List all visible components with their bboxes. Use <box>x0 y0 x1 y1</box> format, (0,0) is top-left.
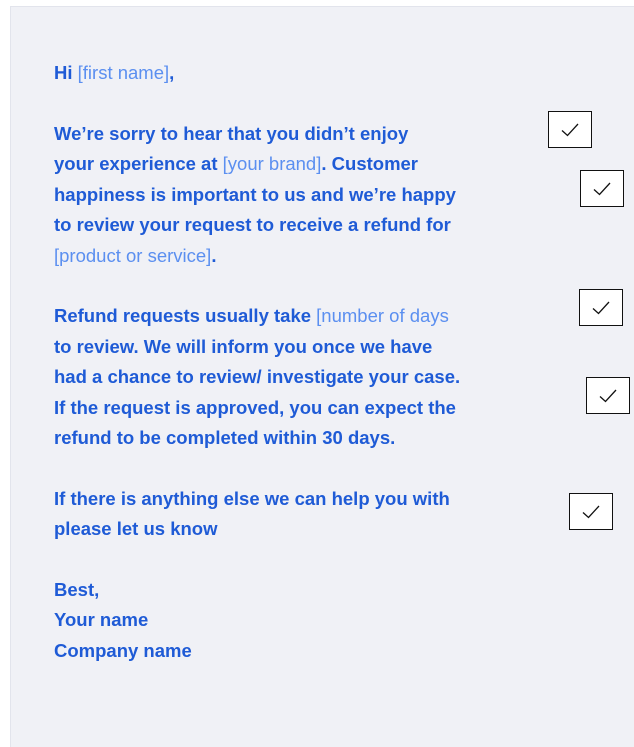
help-paragraph: If there is anything else we can help yo… <box>54 484 594 545</box>
apology-line-4: to review your request to receive a refu… <box>54 214 451 235</box>
apology-line-2-text: your experience at <box>54 153 223 174</box>
timeline-line-1-text: Refund requests usually take <box>54 305 317 326</box>
signature-company: Company name <box>54 639 192 661</box>
timeline-line-1: Refund requests usually take [number of … <box>54 301 594 332</box>
apology-line-3: happiness is important to us and we’re h… <box>54 183 456 205</box>
checkmark-icon <box>561 123 579 136</box>
product-placeholder: [product or service] <box>54 244 212 266</box>
signature-closing: Best, <box>54 578 100 600</box>
timeline-paragraph: Refund requests usually take [number of … <box>54 301 594 454</box>
checkmark-icon <box>592 301 610 314</box>
greeting-hi: Hi <box>54 62 73 83</box>
apology-line-1: We’re sorry to hear that you didn’t enjo… <box>54 122 409 144</box>
apology-line-2: your experience at [your brand]. Custome… <box>54 149 594 180</box>
apology-line-2-end: . Customer <box>321 153 419 174</box>
first-name-placeholder: [first name] <box>77 62 170 83</box>
greeting-line: Hi [first name], <box>54 58 594 89</box>
apology-paragraph: We’re sorry to hear that you didn’t enjo… <box>54 119 594 272</box>
apology-line-5-end: . <box>211 244 217 266</box>
refund-email-body: Hi [first name], We’re sorry to hear tha… <box>54 58 594 696</box>
checkmark-icon <box>582 505 600 518</box>
signature-block: Best, Your name Company name <box>54 575 594 667</box>
apology-line-5: [product or service]. <box>54 241 594 272</box>
checkmark-box-2[interactable] <box>580 170 624 207</box>
timeline-line-5: refund to be completed within 30 days. <box>54 427 396 448</box>
brand-placeholder: [your brand] <box>222 153 322 174</box>
timeline-line-2: to review. We will inform you once we ha… <box>54 335 433 357</box>
checkmark-box-3[interactable] <box>579 289 623 326</box>
checkmark-box-1[interactable] <box>548 111 592 148</box>
signature-name: Your name <box>54 609 149 630</box>
checkmark-box-5[interactable] <box>569 493 613 530</box>
checkmark-icon <box>593 182 611 195</box>
help-line-2: please let us know <box>54 518 218 539</box>
timeline-line-3: had a chance to review/ investigate your… <box>54 366 461 387</box>
help-line-1: If there is anything else we can help yo… <box>54 487 450 509</box>
greeting-comma: , <box>169 62 175 83</box>
checkmark-icon <box>599 389 617 402</box>
days-placeholder: [number of days <box>316 305 449 326</box>
timeline-line-4: If the request is approved, you can expe… <box>54 396 456 418</box>
checkmark-box-4[interactable] <box>586 377 630 414</box>
